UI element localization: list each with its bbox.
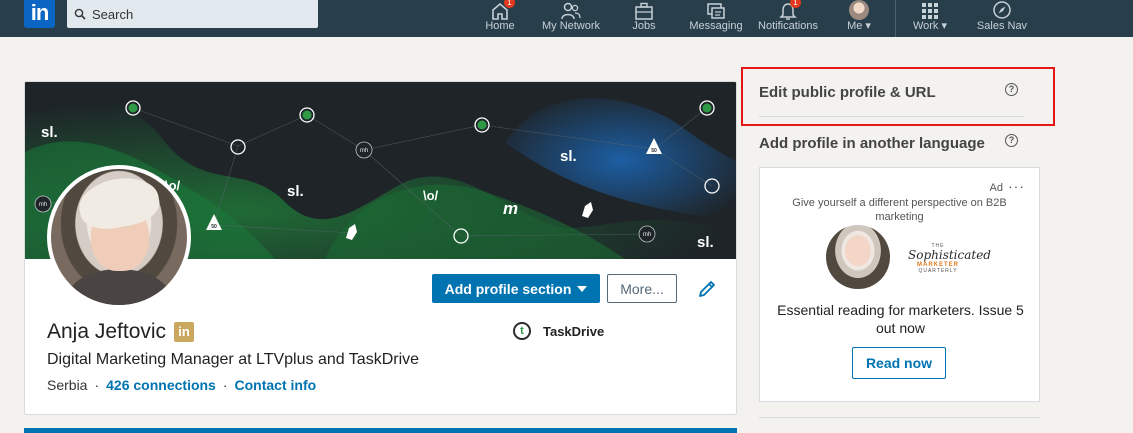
- add-profile-section-button[interactable]: Add profile section: [432, 274, 600, 303]
- nav-notifications[interactable]: 1 Notifications: [754, 0, 822, 37]
- nav-sales-nav[interactable]: Sales Nav: [974, 0, 1030, 37]
- rail-divider: [759, 417, 1040, 418]
- messaging-icon: [707, 3, 725, 19]
- linkedin-logo[interactable]: in: [24, 0, 55, 28]
- banner-mark: \o/: [423, 188, 439, 203]
- company-name: TaskDrive: [543, 323, 605, 339]
- caret-down-icon: [577, 285, 588, 292]
- premium-badge-icon: in: [174, 322, 195, 342]
- highlight-box: [741, 67, 1055, 126]
- profile-location: Serbia: [47, 377, 88, 393]
- contact-info-link[interactable]: Contact info: [235, 377, 317, 393]
- nav-jobs[interactable]: Jobs: [626, 0, 662, 37]
- banner-mark: mh: [360, 148, 368, 154]
- banner-mark: sl.: [697, 234, 714, 251]
- compass-icon: [993, 1, 1011, 19]
- help-icon[interactable]: ?: [1005, 134, 1018, 147]
- pencil-icon[interactable]: [696, 278, 718, 300]
- more-options-icon[interactable]: ···: [1008, 178, 1025, 194]
- banner-mark: sl.: [560, 148, 577, 165]
- current-company[interactable]: t TaskDrive: [513, 322, 604, 340]
- name-row: Anja Jeftovic in: [47, 320, 195, 344]
- notifications-badge: 1: [790, 0, 801, 8]
- profile-meta: Serbia · 426 connections · Contact info: [47, 377, 316, 393]
- nav-me-label: Me: [847, 20, 863, 32]
- separator-dot: ·: [94, 377, 100, 393]
- separator-dot: ·: [222, 377, 228, 393]
- add-profile-section-label: Add profile section: [444, 280, 572, 297]
- ad-card: Ad ··· Give yourself a different perspec…: [759, 167, 1040, 402]
- banner-mark: mh: [39, 202, 47, 208]
- nav-home-label: Home: [485, 20, 515, 32]
- me-avatar-icon: [849, 0, 869, 20]
- nav-work-label: Work: [912, 20, 939, 32]
- banner-mark: sl.: [287, 183, 304, 200]
- nav-home[interactable]: 1 Home: [482, 0, 518, 37]
- ad-tagline: Give yourself a different perspective on…: [792, 197, 1007, 223]
- nav-work-label-row: Work ▾: [910, 20, 950, 33]
- banner-mark: mh: [643, 232, 651, 238]
- ad-profile-photo: [826, 225, 890, 289]
- search-placeholder: Search: [92, 6, 134, 22]
- search-input[interactable]: Search: [67, 0, 318, 28]
- nav-my-network-label: My Network: [541, 20, 601, 32]
- banner-mark: sl.: [41, 124, 58, 141]
- advertiser-logo[interactable]: THE Sophisticated MARKETER QUARTERLY: [908, 243, 991, 277]
- connections-link[interactable]: 426 connections: [106, 377, 216, 393]
- nav-messaging-label: Messaging: [689, 20, 743, 32]
- ad-copy: Essential reading for marketers. Issue 5…: [777, 302, 1024, 336]
- read-now-button[interactable]: Read now: [852, 347, 946, 379]
- ad-label: Ad: [989, 182, 1003, 194]
- search-icon: [74, 8, 86, 20]
- nav-jobs-label: Jobs: [632, 20, 656, 32]
- brand-sub: QUARTERLY: [918, 268, 958, 274]
- company-logo-icon: t: [513, 322, 531, 340]
- brand-script: Sophisticated: [908, 248, 991, 262]
- nav-notifications-label: Notifications: [758, 20, 818, 32]
- nav-work[interactable]: Work ▾: [910, 0, 950, 37]
- network-icon: [561, 2, 581, 20]
- profile-photo[interactable]: [47, 165, 191, 309]
- banner-mark: 50: [651, 148, 657, 154]
- nav-me-label-row: Me ▾: [842, 20, 876, 33]
- home-notification-badge: 1: [504, 0, 515, 8]
- chevron-down-icon: ▾: [865, 20, 871, 32]
- profile-name: Anja Jeftovic: [47, 320, 167, 343]
- add-profile-language-link[interactable]: Add profile in another language: [759, 135, 985, 152]
- next-card-edge: [24, 428, 737, 433]
- chevron-down-icon: ▾: [941, 20, 948, 32]
- nav-messaging[interactable]: Messaging: [686, 0, 746, 37]
- briefcase-icon: [635, 2, 653, 20]
- grid-icon: [922, 3, 938, 19]
- more-button[interactable]: More...: [607, 274, 677, 303]
- banner-mark: m: [503, 199, 518, 218]
- banner-mark: 50: [211, 224, 217, 230]
- nav-divider: [895, 0, 896, 37]
- profile-card: sl. sl. sl. sl. \o/ \o/ m mh mh mh 50 50…: [24, 81, 737, 415]
- nav-sales-nav-label: Sales Nav: [976, 20, 1028, 32]
- top-nav-bar: in Search 1 Home My Network Jobs Messagi…: [0, 0, 1133, 37]
- nav-me[interactable]: Me ▾: [842, 0, 876, 37]
- profile-headline: Digital Marketing Manager at LTVplus and…: [47, 351, 420, 368]
- nav-my-network[interactable]: My Network: [538, 0, 604, 37]
